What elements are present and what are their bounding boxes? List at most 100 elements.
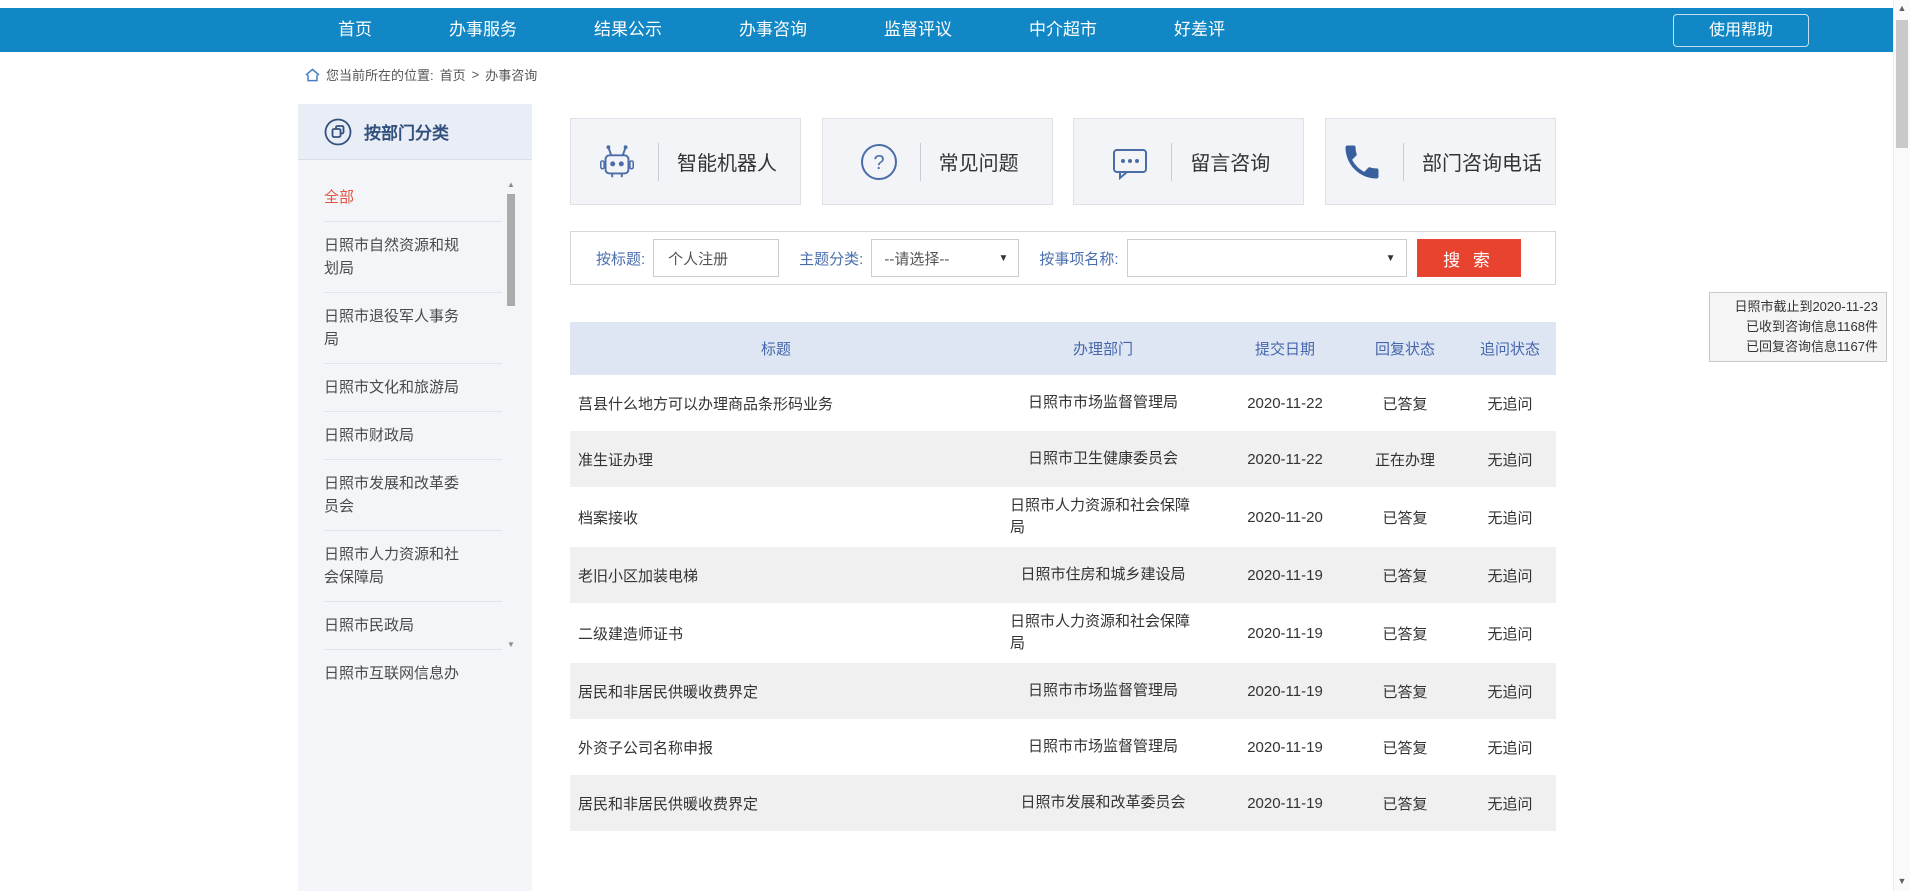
leave-message-label: 留言咨询	[1190, 147, 1270, 176]
page-scrollbar[interactable]: ▲ ▼	[1893, 0, 1910, 891]
topic-selected-value: --请选择--	[884, 248, 949, 269]
help-button[interactable]: 使用帮助	[1673, 14, 1809, 47]
faq-label: 常见问题	[939, 147, 1019, 176]
sidebar-item-natural-resources[interactable]: 日照市自然资源和规划局	[324, 222, 502, 293]
page-scroll-thumb[interactable]	[1896, 20, 1908, 148]
topic-category-select[interactable]: --请选择-- ▼	[871, 239, 1019, 277]
row-reply-status: 已答复	[1346, 565, 1464, 586]
row-dept: 日照市市场监督管理局	[982, 728, 1224, 766]
row-title[interactable]: 老旧小区加装电梯	[570, 565, 982, 586]
sidebar-item-veterans-affairs[interactable]: 日照市退役军人事务局	[324, 293, 502, 364]
row-dept: 日照市人力资源和社会保障局	[982, 487, 1224, 547]
chevron-down-icon: ▼	[998, 253, 1008, 264]
phone-consult-card[interactable]: 部门咨询电话	[1325, 118, 1556, 205]
card-divider	[1403, 143, 1404, 181]
row-title[interactable]: 档案接收	[570, 507, 982, 528]
breadcrumb: 您当前所在的位置: 首页 > 办事咨询	[305, 65, 537, 84]
row-date: 2020-11-19	[1224, 567, 1346, 584]
sidebar-item-human-resources[interactable]: 日照市人力资源和社会保障局	[324, 531, 502, 602]
row-title[interactable]: 二级建造师证书	[570, 623, 982, 644]
card-divider	[658, 143, 659, 181]
table-row[interactable]: 外资子公司名称申报 日照市市场监督管理局 2020-11-19 已答复 无追问	[570, 719, 1556, 775]
row-dept: 日照市人力资源和社会保障局	[982, 603, 1224, 663]
table-row[interactable]: 二级建造师证书 日照市人力资源和社会保障局 2020-11-19 已答复 无追问	[570, 603, 1556, 663]
row-dept: 日照市市场监督管理局	[982, 672, 1224, 710]
sidebar-item-all[interactable]: 全部	[324, 174, 502, 222]
phone-consult-label: 部门咨询电话	[1422, 147, 1542, 176]
faq-card[interactable]: ? 常见问题	[822, 118, 1053, 205]
table-row[interactable]: 准生证办理 日照市卫生健康委员会 2020-11-22 正在办理 无追问	[570, 431, 1556, 487]
stats-line-received: 已收到咨询信息1168件	[1718, 317, 1878, 337]
row-title[interactable]: 莒县什么地方可以办理商品条形码业务	[570, 393, 982, 414]
row-reply-status: 已答复	[1346, 507, 1464, 528]
sidebar-scrollbar[interactable]: ▲ ▼	[505, 180, 517, 650]
sidebar-item-civil-affairs[interactable]: 日照市民政局	[324, 602, 502, 650]
sidebar-scroll-up-icon[interactable]: ▲	[505, 180, 517, 190]
row-title[interactable]: 居民和非居民供暖收费界定	[570, 793, 982, 814]
nav-item-agency-market[interactable]: 中介超市	[1029, 8, 1097, 52]
row-date: 2020-11-19	[1224, 683, 1346, 700]
row-title[interactable]: 外资子公司名称申报	[570, 737, 982, 758]
sidebar-title: 按部门分类	[364, 119, 449, 144]
question-icon: ?	[856, 142, 902, 182]
table-row[interactable]: 档案接收 日照市人力资源和社会保障局 2020-11-20 已答复 无追问	[570, 487, 1556, 547]
chevron-down-icon: ▼	[1386, 253, 1396, 264]
table-row[interactable]: 老旧小区加装电梯 日照市住房和城乡建设局 2020-11-19 已答复 无追问	[570, 547, 1556, 603]
row-title[interactable]: 准生证办理	[570, 449, 982, 470]
title-search-input[interactable]	[653, 239, 779, 277]
robot-icon	[594, 141, 640, 183]
page-scroll-down-icon[interactable]: ▼	[1894, 873, 1910, 889]
category-icon	[324, 118, 352, 146]
page-scroll-up-icon[interactable]: ▲	[1894, 0, 1910, 16]
nav-item-rating[interactable]: 好差评	[1174, 8, 1225, 52]
table-row[interactable]: 居民和非居民供暖收费界定 日照市市场监督管理局 2020-11-19 已答复 无…	[570, 663, 1556, 719]
breadcrumb-home-link[interactable]: 首页	[440, 65, 466, 84]
home-icon	[305, 68, 320, 82]
col-header-follow: 追问状态	[1464, 338, 1556, 359]
nav-item-supervision[interactable]: 监督评议	[884, 8, 952, 52]
nav-item-results[interactable]: 结果公示	[594, 8, 662, 52]
card-divider	[1171, 143, 1172, 181]
smart-robot-label: 智能机器人	[677, 147, 777, 176]
feature-cards: 智能机器人 ? 常见问题 留言咨询	[570, 118, 1556, 205]
row-follow-status: 无追问	[1464, 393, 1556, 414]
row-date: 2020-11-20	[1224, 509, 1346, 526]
row-dept: 日照市发展和改革委员会	[982, 784, 1224, 822]
row-follow-status: 无追问	[1464, 565, 1556, 586]
item-name-label: 按事项名称:	[1039, 248, 1118, 269]
nav-item-home[interactable]: 首页	[338, 8, 372, 52]
row-reply-status: 已答复	[1346, 737, 1464, 758]
table-row[interactable]: 莒县什么地方可以办理商品条形码业务 日照市市场监督管理局 2020-11-22 …	[570, 375, 1556, 431]
breadcrumb-prefix: 您当前所在的位置:	[326, 65, 434, 84]
sidebar-item-development-reform[interactable]: 日照市发展和改革委员会	[324, 460, 502, 531]
row-title[interactable]: 居民和非居民供暖收费界定	[570, 681, 982, 702]
search-button[interactable]: 搜 索	[1417, 239, 1521, 277]
sidebar-header: 按部门分类	[298, 104, 532, 160]
col-header-dept: 办理部门	[982, 338, 1224, 359]
row-date: 2020-11-19	[1224, 625, 1346, 642]
sidebar-scroll-down-icon[interactable]: ▼	[505, 640, 517, 650]
top-navbar: 首页 办事服务 结果公示 办事咨询 监督评议 中介超市 好差评 使用帮助	[0, 8, 1893, 52]
table-header: 标题 办理部门 提交日期 回复状态 追问状态	[570, 322, 1556, 375]
table-row[interactable]: 居民和非居民供暖收费界定 日照市发展和改革委员会 2020-11-19 已答复 …	[570, 775, 1556, 831]
sidebar-item-culture-tourism[interactable]: 日照市文化和旅游局	[324, 364, 502, 412]
row-reply-status: 正在办理	[1346, 449, 1464, 470]
sidebar-item-internet-info[interactable]: 日照市互联网信息办	[324, 650, 502, 697]
item-name-select[interactable]: ▼	[1127, 239, 1407, 277]
nav-item-services[interactable]: 办事服务	[449, 8, 517, 52]
smart-robot-card[interactable]: 智能机器人	[570, 118, 801, 205]
sidebar-item-finance[interactable]: 日照市财政局	[324, 412, 502, 460]
row-follow-status: 无追问	[1464, 737, 1556, 758]
leave-message-card[interactable]: 留言咨询	[1073, 118, 1304, 205]
row-reply-status: 已答复	[1346, 393, 1464, 414]
nav-item-consult[interactable]: 办事咨询	[739, 8, 807, 52]
row-reply-status: 已答复	[1346, 681, 1464, 702]
message-icon	[1107, 142, 1153, 182]
row-follow-status: 无追问	[1464, 793, 1556, 814]
row-reply-status: 已答复	[1346, 623, 1464, 644]
row-follow-status: 无追问	[1464, 507, 1556, 528]
sidebar-scroll-thumb[interactable]	[507, 194, 515, 306]
search-bar: 按标题: 主题分类: --请选择-- ▼ 按事项名称: ▼ 搜 索	[570, 231, 1556, 285]
phone-icon	[1339, 140, 1385, 184]
row-follow-status: 无追问	[1464, 623, 1556, 644]
